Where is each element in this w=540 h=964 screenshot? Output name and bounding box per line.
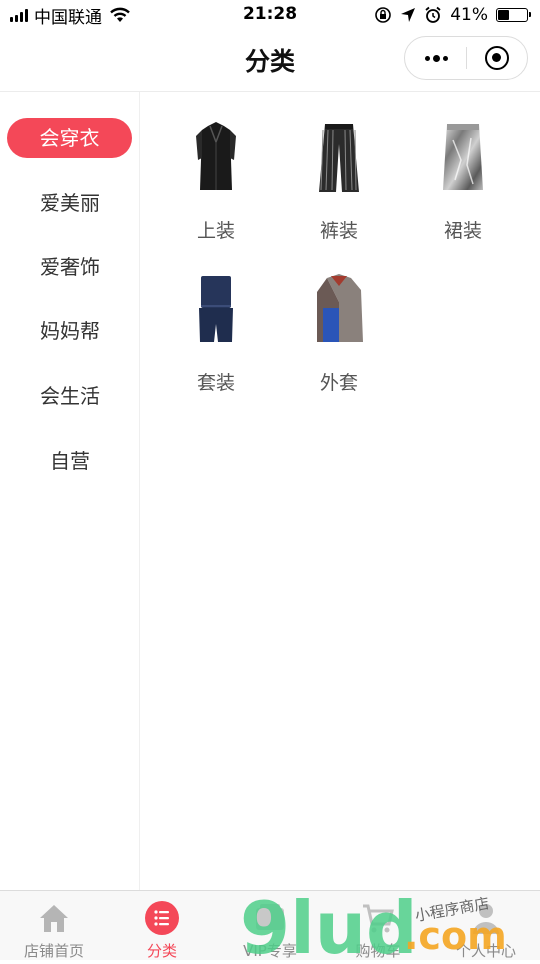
pants-icon bbox=[319, 124, 359, 192]
suit-icon bbox=[199, 276, 233, 342]
capsule-divider bbox=[466, 47, 467, 69]
tab-category[interactable]: 分类 bbox=[108, 891, 216, 961]
tab-vip[interactable]: VIP专享 bbox=[216, 891, 324, 961]
category-item-skirts[interactable]: 裙装 bbox=[408, 120, 518, 260]
sidebar-item-huishenghuo[interactable]: 会生活 bbox=[0, 376, 140, 416]
vest-icon bbox=[196, 122, 236, 190]
battery-level bbox=[498, 10, 509, 20]
sidebar-item-aisheshi[interactable]: 爱奢饰 bbox=[0, 247, 140, 287]
battery-icon bbox=[496, 8, 531, 22]
person-icon bbox=[473, 904, 499, 934]
coat-icon bbox=[317, 274, 363, 342]
category-item-pants[interactable]: 裤装 bbox=[284, 120, 394, 260]
tab-label: 店铺首页 bbox=[23, 942, 84, 960]
category-label: 上装 bbox=[196, 220, 235, 242]
category-label: 套装 bbox=[196, 372, 235, 394]
status-bar: 中国联通 21:28 41% bbox=[0, 0, 540, 30]
category-item-coats[interactable]: 外套 bbox=[284, 272, 394, 412]
category-label: 外套 bbox=[319, 372, 358, 394]
category-item-tops[interactable]: 上装 bbox=[161, 120, 271, 260]
tab-profile[interactable]: 个人中心 bbox=[432, 891, 540, 961]
mini-program-capsule bbox=[404, 36, 528, 80]
tab-label: 分类 bbox=[146, 942, 177, 960]
tab-bar: 店铺首页 分类 VIP专享 购物车 个人中心 bbox=[0, 890, 540, 960]
orientation-lock-icon bbox=[375, 7, 392, 23]
sidebar-item-huichuanyi[interactable]: 会穿衣 bbox=[7, 118, 132, 158]
category-label: 裙装 bbox=[443, 220, 482, 242]
skirt-icon bbox=[443, 124, 483, 190]
tab-label: VIP专享 bbox=[243, 942, 297, 960]
list-icon bbox=[145, 901, 179, 935]
vip-icon bbox=[256, 904, 284, 930]
tab-label: 个人中心 bbox=[455, 942, 516, 960]
category-sidebar: 会穿衣 爱美丽 爱奢饰 妈妈帮 会生活 自营 bbox=[0, 92, 140, 890]
category-label: 裤装 bbox=[319, 220, 358, 242]
battery-percent: 41% bbox=[450, 5, 488, 25]
close-target-icon[interactable] bbox=[485, 46, 509, 70]
tab-cart[interactable]: 购物车 bbox=[324, 891, 432, 961]
status-right: 41% bbox=[374, 4, 531, 26]
alarm-icon bbox=[425, 6, 441, 23]
sidebar-item-mamabang[interactable]: 妈妈帮 bbox=[0, 311, 140, 351]
sidebar-item-aimeili[interactable]: 爱美丽 bbox=[0, 183, 140, 223]
location-icon bbox=[401, 8, 416, 22]
more-dots-icon[interactable] bbox=[405, 37, 467, 79]
category-item-suits[interactable]: 套装 bbox=[161, 272, 271, 412]
sidebar-item-ziying[interactable]: 自营 bbox=[0, 441, 140, 481]
cart-icon bbox=[363, 904, 394, 933]
tab-label: 购物车 bbox=[355, 942, 401, 960]
home-icon bbox=[40, 905, 68, 932]
navigation-bar: 分类 bbox=[0, 30, 540, 92]
tab-store-home[interactable]: 店铺首页 bbox=[0, 891, 108, 961]
